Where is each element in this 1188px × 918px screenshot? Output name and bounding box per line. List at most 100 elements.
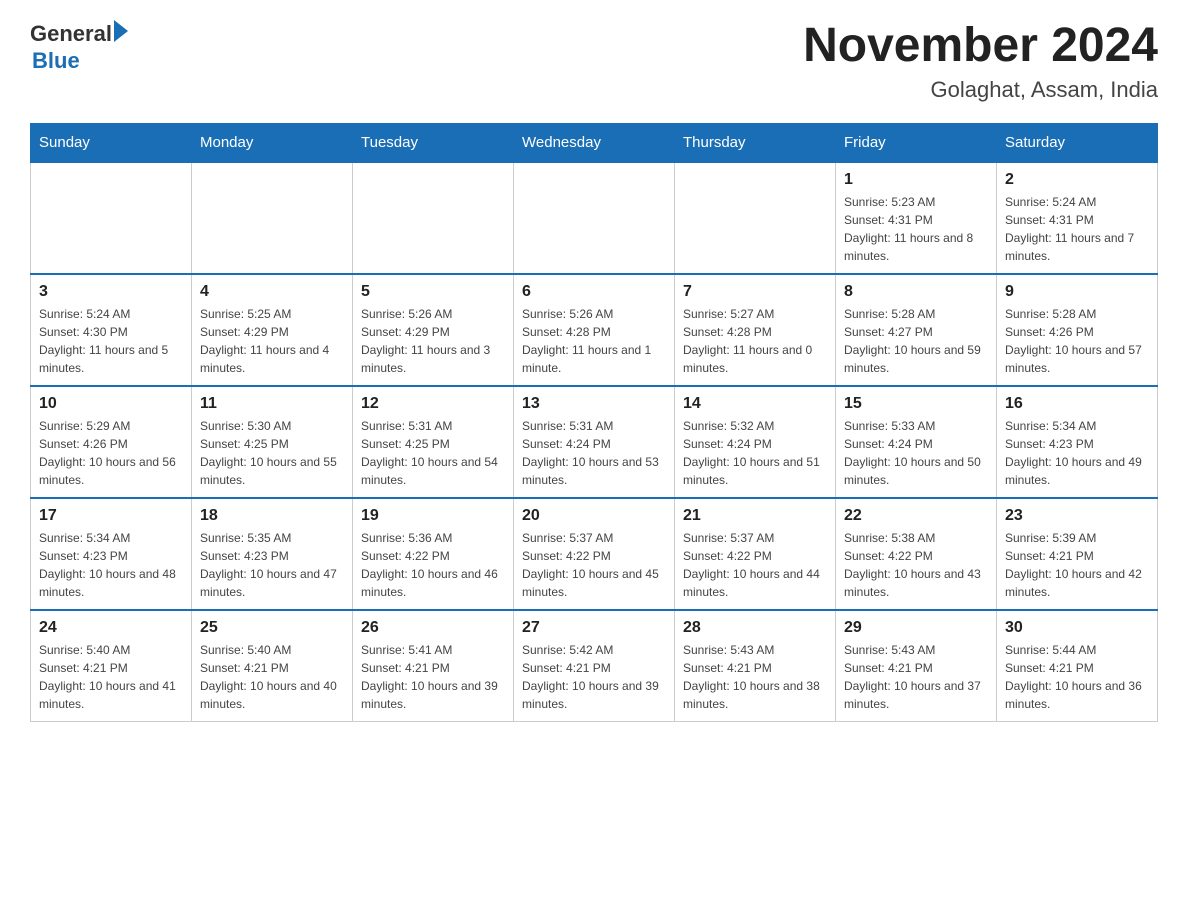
day-number: 3 [39,283,183,301]
calendar-cell: 12 Sunrise: 5:31 AM Sunset: 4:25 PM Dayli… [353,386,514,498]
calendar-cell: 18Sunrise: 5:35 AM Sunset: 4:23 PM Dayli… [192,498,353,610]
day-info: Sunrise: 5:33 AM Sunset: 4:24 PM Dayligh… [844,417,988,489]
day-number: 2 [1005,171,1149,189]
day-number: 29 [844,619,988,637]
day-info: Sunrise: 5:43 AM Sunset: 4:21 PM Dayligh… [844,641,988,713]
day-number: 4 [200,283,344,301]
calendar-cell: 29 Sunrise: 5:43 AM Sunset: 4:21 PM Dayli… [836,610,997,722]
day-info: Sunrise: 5:38 AM Sunset: 4:22 PM Dayligh… [844,529,988,601]
day-info: Sunrise: 5:43 AM Sunset: 4:21 PM Dayligh… [683,641,827,713]
calendar-cell: 17 Sunrise: 5:34 AM Sunset: 4:23 PM Dayli… [31,498,192,610]
day-number: 18 [200,507,344,525]
calendar-cell: 20Sunrise: 5:37 AM Sunset: 4:22 PM Dayli… [514,498,675,610]
calendar-weekday-thursday: Thursday [675,123,836,162]
day-number: 30 [1005,619,1149,637]
day-number: 24 [39,619,183,637]
day-info: Sunrise: 5:31 AM Sunset: 4:24 PM Dayligh… [522,417,666,489]
calendar-cell: 8 Sunrise: 5:28 AM Sunset: 4:27 PM Daylig… [836,274,997,386]
calendar-cell [675,162,836,274]
day-number: 10 [39,395,183,413]
day-info: Sunrise: 5:40 AM Sunset: 4:21 PM Dayligh… [39,641,183,713]
calendar-cell: 28 Sunrise: 5:43 AM Sunset: 4:21 PM Dayli… [675,610,836,722]
day-number: 27 [522,619,666,637]
day-number: 21 [683,507,827,525]
location-title: Golaghat, Assam, India [803,77,1158,103]
day-info: Sunrise: 5:36 AM Sunset: 4:22 PM Dayligh… [361,529,505,601]
calendar-cell: 22 Sunrise: 5:38 AM Sunset: 4:22 PM Dayli… [836,498,997,610]
calendar-weekday-saturday: Saturday [997,123,1158,162]
day-info: Sunrise: 5:30 AM Sunset: 4:25 PM Dayligh… [200,417,344,489]
day-number: 12 [361,395,505,413]
calendar-cell: 5Sunrise: 5:26 AM Sunset: 4:29 PM Daylig… [353,274,514,386]
day-info: Sunrise: 5:23 AM Sunset: 4:31 PM Dayligh… [844,193,988,265]
calendar-cell: 24 Sunrise: 5:40 AM Sunset: 4:21 PM Dayli… [31,610,192,722]
calendar-cell: 4 Sunrise: 5:25 AM Sunset: 4:29 PM Daylig… [192,274,353,386]
day-info: Sunrise: 5:27 AM Sunset: 4:28 PM Dayligh… [683,305,827,377]
calendar-table: SundayMondayTuesdayWednesdayThursdayFrid… [30,123,1158,722]
calendar-header-row: SundayMondayTuesdayWednesdayThursdayFrid… [31,123,1158,162]
day-info: Sunrise: 5:29 AM Sunset: 4:26 PM Dayligh… [39,417,183,489]
calendar-cell: 14Sunrise: 5:32 AM Sunset: 4:24 PM Dayli… [675,386,836,498]
calendar-cell: 23Sunrise: 5:39 AM Sunset: 4:21 PM Dayli… [997,498,1158,610]
day-info: Sunrise: 5:40 AM Sunset: 4:21 PM Dayligh… [200,641,344,713]
calendar-cell: 2 Sunrise: 5:24 AM Sunset: 4:31 PM Daylig… [997,162,1158,274]
calendar-weekday-sunday: Sunday [31,123,192,162]
calendar-week-row-3: 10 Sunrise: 5:29 AM Sunset: 4:26 PM Dayli… [31,386,1158,498]
calendar-cell: 13 Sunrise: 5:31 AM Sunset: 4:24 PM Dayli… [514,386,675,498]
calendar-cell: 27 Sunrise: 5:42 AM Sunset: 4:21 PM Dayli… [514,610,675,722]
logo-blue-text: Blue [32,48,80,74]
calendar-cell: 9Sunrise: 5:28 AM Sunset: 4:26 PM Daylig… [997,274,1158,386]
month-title: November 2024 [803,20,1158,73]
logo-arrow-icon [114,20,128,42]
day-number: 15 [844,395,988,413]
day-info: Sunrise: 5:41 AM Sunset: 4:21 PM Dayligh… [361,641,505,713]
calendar-cell [353,162,514,274]
calendar-cell [31,162,192,274]
calendar-cell: 1 Sunrise: 5:23 AM Sunset: 4:31 PM Daylig… [836,162,997,274]
day-info: Sunrise: 5:28 AM Sunset: 4:26 PM Dayligh… [1005,305,1149,377]
calendar-cell: 21Sunrise: 5:37 AM Sunset: 4:22 PM Dayli… [675,498,836,610]
calendar-cell: 11 Sunrise: 5:30 AM Sunset: 4:25 PM Dayli… [192,386,353,498]
day-info: Sunrise: 5:31 AM Sunset: 4:25 PM Dayligh… [361,417,505,489]
calendar-cell: 6Sunrise: 5:26 AM Sunset: 4:28 PM Daylig… [514,274,675,386]
day-number: 17 [39,507,183,525]
calendar-cell: 19 Sunrise: 5:36 AM Sunset: 4:22 PM Dayli… [353,498,514,610]
title-block: November 2024 Golaghat, Assam, India [803,20,1158,103]
day-info: Sunrise: 5:32 AM Sunset: 4:24 PM Dayligh… [683,417,827,489]
calendar-cell: 26 Sunrise: 5:41 AM Sunset: 4:21 PM Dayli… [353,610,514,722]
day-number: 26 [361,619,505,637]
day-info: Sunrise: 5:28 AM Sunset: 4:27 PM Dayligh… [844,305,988,377]
calendar-cell: 25 Sunrise: 5:40 AM Sunset: 4:21 PM Dayli… [192,610,353,722]
day-info: Sunrise: 5:44 AM Sunset: 4:21 PM Dayligh… [1005,641,1149,713]
calendar-cell: 30 Sunrise: 5:44 AM Sunset: 4:21 PM Dayli… [997,610,1158,722]
calendar-weekday-friday: Friday [836,123,997,162]
day-info: Sunrise: 5:42 AM Sunset: 4:21 PM Dayligh… [522,641,666,713]
calendar-weekday-wednesday: Wednesday [514,123,675,162]
day-number: 11 [200,395,344,413]
day-info: Sunrise: 5:25 AM Sunset: 4:29 PM Dayligh… [200,305,344,377]
day-number: 28 [683,619,827,637]
day-info: Sunrise: 5:24 AM Sunset: 4:31 PM Dayligh… [1005,193,1149,265]
calendar-cell: 7Sunrise: 5:27 AM Sunset: 4:28 PM Daylig… [675,274,836,386]
day-info: Sunrise: 5:26 AM Sunset: 4:28 PM Dayligh… [522,305,666,377]
day-number: 8 [844,283,988,301]
day-number: 22 [844,507,988,525]
day-number: 25 [200,619,344,637]
calendar-cell: 15 Sunrise: 5:33 AM Sunset: 4:24 PM Dayli… [836,386,997,498]
calendar-week-row-5: 24 Sunrise: 5:40 AM Sunset: 4:21 PM Dayli… [31,610,1158,722]
calendar-weekday-tuesday: Tuesday [353,123,514,162]
calendar-cell: 16Sunrise: 5:34 AM Sunset: 4:23 PM Dayli… [997,386,1158,498]
day-info: Sunrise: 5:34 AM Sunset: 4:23 PM Dayligh… [1005,417,1149,489]
calendar-cell: 3Sunrise: 5:24 AM Sunset: 4:30 PM Daylig… [31,274,192,386]
day-number: 5 [361,283,505,301]
day-number: 1 [844,171,988,189]
day-number: 19 [361,507,505,525]
calendar-cell [514,162,675,274]
day-number: 13 [522,395,666,413]
calendar-weekday-monday: Monday [192,123,353,162]
logo: General Blue [30,20,128,74]
logo-general-text: General [30,21,112,47]
day-info: Sunrise: 5:34 AM Sunset: 4:23 PM Dayligh… [39,529,183,601]
calendar-week-row-4: 17 Sunrise: 5:34 AM Sunset: 4:23 PM Dayli… [31,498,1158,610]
page-header: General Blue November 2024 Golaghat, Ass… [30,20,1158,103]
